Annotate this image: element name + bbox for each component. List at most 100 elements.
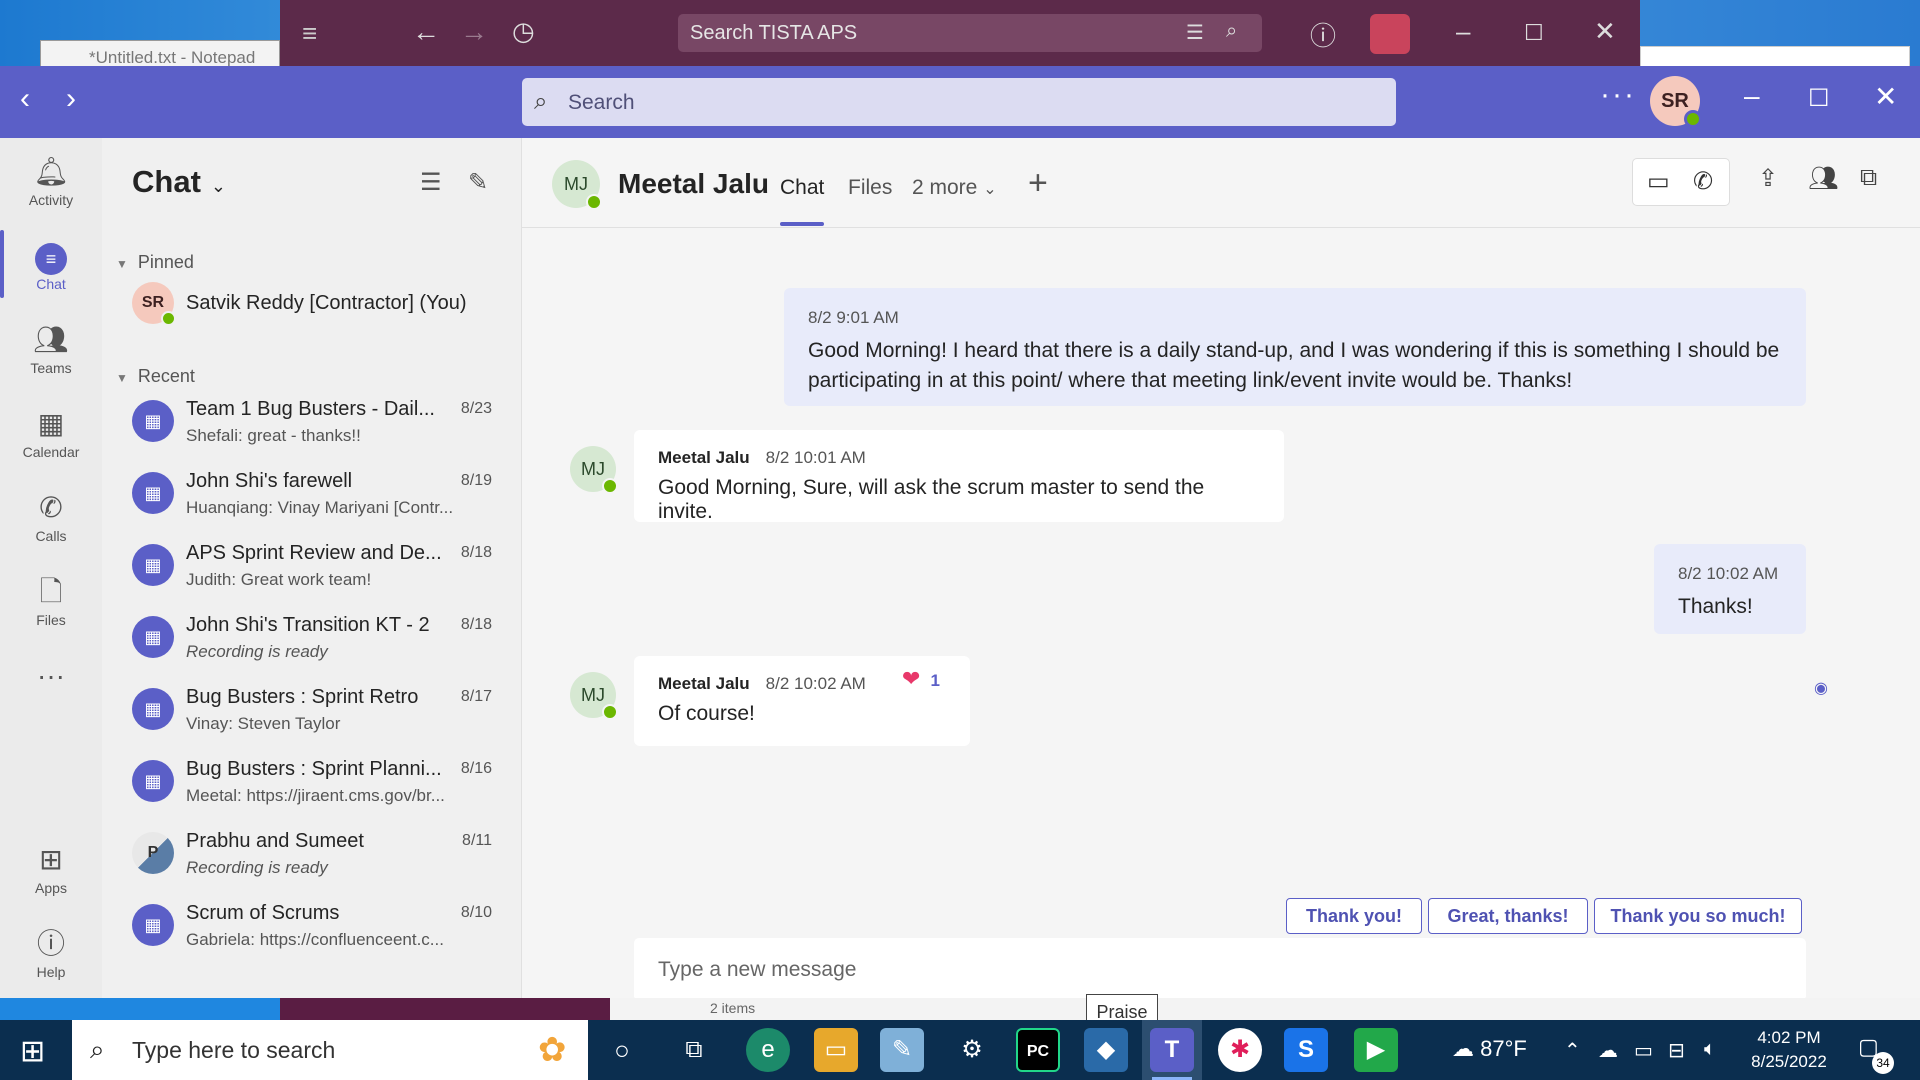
taskbar-search-placeholder: Type here to search xyxy=(132,1037,336,1063)
forward-icon[interactable]: › xyxy=(66,82,76,116)
weather-widget[interactable]: ☁ 87°F xyxy=(1452,1036,1527,1062)
message-sent[interactable]: 8/2 10:02 AM Thanks! xyxy=(1654,544,1806,634)
tista-search-input[interactable]: Search TISTA APS ☰ ⌕ xyxy=(678,14,1262,52)
teams-search-input[interactable]: ⌕ Search xyxy=(522,78,1396,126)
new-chat-icon[interactable]: ✎ xyxy=(468,168,488,197)
rail-item-help[interactable]: ⓘ Help xyxy=(0,924,102,1004)
cortana-icon[interactable]: ○ xyxy=(600,1028,644,1072)
add-tab-icon[interactable]: + xyxy=(1028,164,1048,203)
rail-more-apps[interactable]: ··· xyxy=(0,656,102,736)
slack-icon[interactable]: ✱ xyxy=(1218,1028,1262,1072)
list-item[interactable]: ▦ APS Sprint Review and De... Judith: Gr… xyxy=(102,530,521,602)
contact-avatar[interactable]: MJ xyxy=(552,160,602,210)
meeting-chat-icon: ▦ xyxy=(132,688,174,730)
list-item[interactable]: SR Satvik Reddy [Contractor] (You) xyxy=(102,268,521,340)
search-icon[interactable]: ⌕ xyxy=(1226,20,1237,43)
rail-item-activity[interactable]: 🔔︎ Activity xyxy=(0,152,102,232)
tab-files[interactable]: Files xyxy=(848,176,892,200)
rocket-app-icon[interactable]: ◆ xyxy=(1084,1028,1128,1072)
list-item[interactable]: ▦ Team 1 Bug Busters - Dail... Shefali: … xyxy=(102,386,521,458)
list-item[interactable]: P Prabhu and Sumeet Recording is ready 8… xyxy=(102,818,521,890)
notepad-icon[interactable]: ✎ xyxy=(880,1028,924,1072)
rail-item-calls[interactable]: ✆ Calls xyxy=(0,488,102,568)
rail-item-files[interactable]: 🗋 Files xyxy=(0,572,102,652)
notification-center-icon[interactable]: ▢ 34 xyxy=(1858,1034,1894,1074)
taskbar: ⊞ ⌕ Type here to search ✿ ○ ⧉ e ▭ ✎ ⚙ PC… xyxy=(0,1020,1920,1080)
close-icon[interactable]: ✕ xyxy=(1594,16,1616,47)
tab-chat[interactable]: Chat xyxy=(780,176,824,200)
back-icon[interactable]: ‹ xyxy=(20,82,30,116)
chat-date: 8/18 xyxy=(460,616,492,633)
rail-item-calendar[interactable]: ▦ Calendar xyxy=(0,404,102,484)
network-icon[interactable]: ⊟ xyxy=(1668,1038,1685,1063)
forward-arrow-icon[interactable]: → xyxy=(460,16,488,48)
clock[interactable]: 4:02 PM 8/25/2022 xyxy=(1744,1026,1834,1074)
onedrive-icon[interactable]: ☁ xyxy=(1598,1038,1618,1063)
volume-icon[interactable]: 🔈︎ xyxy=(1704,1038,1716,1061)
message-received[interactable]: Meetal Jalu 8/2 10:01 AM Good Morning, Su… xyxy=(634,430,1284,523)
list-item[interactable]: ▦ Bug Busters : Sprint Retro Vinay: Stev… xyxy=(102,674,521,746)
task-view-icon[interactable]: ⧉ xyxy=(672,1028,716,1072)
audio-call-icon[interactable]: ✆ xyxy=(1693,167,1713,196)
chat-list-pane: Chat ⌄ ☰ ✎ ▼ Pinned SR Satvik Reddy [Contr… xyxy=(102,138,522,998)
sender-avatar[interactable]: MJ xyxy=(570,446,618,494)
history-icon[interactable]: ◷ xyxy=(512,16,535,47)
file-icon: 🗋 xyxy=(39,576,63,607)
share-screen-icon[interactable]: ⇪ xyxy=(1758,164,1778,193)
chat-preview: Recording is ready xyxy=(186,642,328,661)
minimize-icon[interactable]: – xyxy=(1744,80,1760,112)
avatar: SR xyxy=(132,282,176,326)
maximize-icon[interactable]: ☐ xyxy=(1808,84,1830,113)
list-item[interactable]: ▦ John Shi's farewell Huanqiang: Vinay M… xyxy=(102,458,521,530)
reaction[interactable]: ❤ 1 xyxy=(902,666,940,692)
avatar[interactable] xyxy=(1370,14,1410,54)
settings-gear-icon[interactable]: ⚙ xyxy=(950,1028,994,1072)
pop-out-icon[interactable]: ⧉ xyxy=(1860,164,1877,192)
suggested-reply[interactable]: Thank you! xyxy=(1286,898,1422,934)
battery-icon[interactable]: ▭ xyxy=(1634,1038,1653,1063)
conversation-header: MJ Meetal Jalu Chat Files 2 more ⌄ + ▭ ✆… xyxy=(522,138,1920,228)
message-text: Good Morning! I heard that there is a da… xyxy=(808,339,1780,392)
search-icon: ⌕ xyxy=(90,1034,105,1064)
list-item[interactable]: ▦ Bug Busters : Sprint Planni... Meetal:… xyxy=(102,746,521,818)
video-call-icon[interactable]: ▭ xyxy=(1647,167,1670,196)
minimize-icon[interactable]: – xyxy=(1456,16,1470,47)
windows-start-icon[interactable]: ⊞ xyxy=(20,1034,45,1069)
chat-date: 8/16 xyxy=(460,760,492,777)
back-arrow-icon[interactable]: ← xyxy=(412,16,440,48)
tab-more[interactable]: 2 more ⌄ xyxy=(912,176,997,200)
pycharm-icon[interactable]: PC xyxy=(1016,1028,1060,1072)
taskbar-search-input[interactable]: ⌕ Type here to search ✿ xyxy=(72,1020,588,1080)
list-item[interactable]: ▦ John Shi's Transition KT - 2 Recording… xyxy=(102,602,521,674)
message-compose-box[interactable]: Type a new message xyxy=(634,938,1806,1002)
group-avatar: P xyxy=(132,832,174,874)
edge-icon[interactable]: e xyxy=(746,1028,790,1072)
recent-section-header[interactable]: ▼ Recent xyxy=(116,366,195,387)
file-explorer-icon[interactable]: ▭ xyxy=(814,1028,858,1072)
help-icon[interactable]: ⓘ xyxy=(1310,16,1336,53)
rail-item-teams[interactable]: 👥︎ Teams xyxy=(0,320,102,400)
filter-icon[interactable]: ☰ xyxy=(420,168,442,197)
user-avatar[interactable]: SR xyxy=(1650,76,1702,128)
close-icon[interactable]: ✕ xyxy=(1874,80,1897,113)
chat-list-title[interactable]: Chat ⌄ xyxy=(132,164,226,200)
media-player-icon[interactable]: ▶ xyxy=(1354,1028,1398,1072)
filter-icon[interactable]: ☰ xyxy=(1186,20,1204,45)
suggested-reply[interactable]: Thank you so much! xyxy=(1594,898,1802,934)
add-people-icon[interactable]: 👥︎ xyxy=(1808,164,1838,193)
rail-item-apps[interactable]: ⊞ Apps xyxy=(0,840,102,920)
message-sent[interactable]: 8/2 9:01 AM Good Morning! I heard that t… xyxy=(784,288,1806,406)
maximize-icon[interactable]: ☐ xyxy=(1524,20,1544,46)
contact-name[interactable]: Meetal Jalu xyxy=(618,168,769,200)
rail-item-chat[interactable]: ≡ Chat xyxy=(0,236,102,316)
suggested-reply[interactable]: Great, thanks! xyxy=(1428,898,1588,934)
menu-icon[interactable]: ≡ xyxy=(302,18,317,49)
chevron-up-icon[interactable]: ⌃ xyxy=(1564,1038,1581,1063)
more-options-icon[interactable]: ··· xyxy=(1600,78,1636,112)
apps-icon: ⊞ xyxy=(39,844,63,875)
chat-date: 8/10 xyxy=(460,904,492,921)
list-item[interactable]: ▦ Scrum of Scrums Gabriela: https://conf… xyxy=(102,890,521,962)
s-app-icon[interactable]: S xyxy=(1284,1028,1328,1072)
sender-avatar[interactable]: MJ xyxy=(570,672,618,720)
teams-icon[interactable]: T xyxy=(1150,1028,1194,1072)
